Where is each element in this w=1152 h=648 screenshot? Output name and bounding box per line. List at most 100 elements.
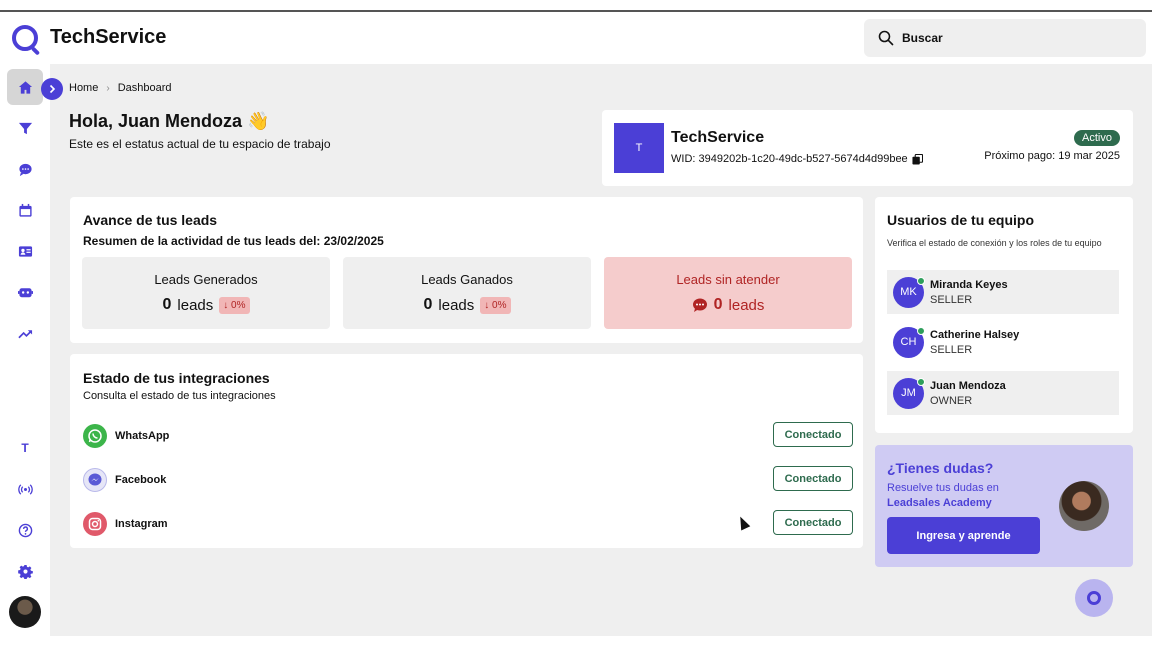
- sidebar-item-bots[interactable]: [7, 274, 43, 310]
- stat-unit: leads: [438, 296, 475, 314]
- search-input[interactable]: [902, 31, 1122, 45]
- instagram-icon: [83, 512, 107, 536]
- member-avatar: MK: [893, 276, 925, 308]
- help-icon: [18, 523, 32, 537]
- member-avatar: JM: [893, 377, 925, 409]
- sidebar-item-help[interactable]: [7, 512, 43, 548]
- integration-name: WhatsApp: [115, 430, 170, 442]
- whatsapp-connected-button[interactable]: Conectado: [773, 422, 853, 447]
- stat-unit: leads: [728, 296, 765, 314]
- member-role: OWNER: [930, 394, 973, 407]
- academy-cta-button[interactable]: Ingresa y aprende: [887, 517, 1040, 554]
- trending-up-icon: [17, 329, 32, 338]
- leads-summary: Resumen de la actividad de tus leads del…: [83, 234, 384, 248]
- member-info: Catherine Halsey SELLER: [930, 329, 1019, 356]
- next-payment: Próximo pago: 19 mar 2025: [984, 150, 1120, 162]
- home-icon: [18, 80, 32, 94]
- sidebar-expand-button[interactable]: [41, 78, 63, 100]
- instagram-connected-button[interactable]: Conectado: [773, 510, 853, 535]
- stat-value: 0 leads ↓ 0%: [82, 296, 330, 314]
- sidebar-item-calendar[interactable]: [7, 192, 43, 228]
- sidebar-item-funnel[interactable]: [7, 110, 43, 146]
- workspace-avatar: T: [614, 123, 664, 173]
- contact-card-icon: [18, 245, 32, 257]
- workspace-card: T TechService WID: 3949202b-1c20-49dc-b5…: [602, 110, 1133, 186]
- user-avatar[interactable]: [9, 596, 41, 628]
- stat-leads-won[interactable]: Leads Ganados 0 leads ↓ 0%: [343, 257, 591, 329]
- stat-label: Leads sin atender: [676, 272, 780, 287]
- search-icon: [878, 30, 894, 46]
- online-status-icon: [917, 377, 925, 386]
- sidebar-item-home[interactable]: [7, 69, 43, 105]
- calendar-icon: [18, 203, 32, 217]
- stat-value: 0 leads ↓ 0%: [343, 296, 591, 314]
- sidebar-item-chats[interactable]: [7, 151, 43, 187]
- member-name: Juan Mendoza: [930, 379, 1006, 392]
- stat-label: Leads Generados: [154, 272, 258, 287]
- breadcrumb-separator-icon: ›: [106, 82, 110, 94]
- brand-name: TechService: [50, 26, 167, 48]
- integration-row-whatsapp: WhatsApp Conectado: [83, 422, 853, 450]
- member-role: SELLER: [930, 293, 973, 306]
- member-initials: CH: [900, 336, 917, 348]
- member-initials: MK: [900, 286, 917, 298]
- sidebar-item-workspace[interactable]: T: [7, 430, 43, 466]
- chat-icon: [18, 163, 32, 176]
- team-member-row[interactable]: JM Juan Mendoza OWNER: [887, 371, 1119, 415]
- member-role: SELLER: [930, 343, 973, 356]
- breadcrumb-home[interactable]: Home: [69, 82, 98, 94]
- facebook-connected-button[interactable]: Conectado: [773, 466, 853, 491]
- workspace-name: TechService: [671, 129, 765, 146]
- whatsapp-icon: [83, 424, 107, 448]
- page-subtitle: Este es el estatus actual de tu espacio …: [69, 137, 331, 151]
- member-name: Miranda Keyes: [930, 278, 1008, 291]
- stat-delta-badge: ↓ 0%: [219, 296, 250, 314]
- sidebar-item-settings[interactable]: [7, 553, 43, 589]
- filter-icon: [18, 122, 32, 134]
- promo-title: ¿Tienes dudas?: [887, 460, 994, 476]
- stat-number: 0: [713, 296, 723, 313]
- team-title: Usuarios de tu equipo: [887, 212, 1035, 228]
- leads-card: Avance de tus leads Resumen de la activi…: [70, 197, 863, 343]
- page-title: Hola, Juan Mendoza 👋: [69, 111, 270, 131]
- academy-promo-card: ¿Tienes dudas? Resuelve tus dudas en Lea…: [875, 445, 1133, 567]
- search-box[interactable]: [864, 19, 1146, 57]
- app-logo-icon[interactable]: [12, 25, 38, 51]
- copy-icon[interactable]: [912, 153, 923, 165]
- integration-name: Instagram: [115, 518, 168, 530]
- promo-person-photo: [1059, 481, 1109, 531]
- promo-line2: Leadsales Academy: [887, 497, 992, 509]
- member-name: Catherine Halsey: [930, 328, 1020, 341]
- top-bar: TechService: [0, 12, 1152, 64]
- member-initials: JM: [901, 387, 916, 399]
- messenger-icon: [83, 468, 107, 492]
- team-member-row[interactable]: MK Miranda Keyes SELLER: [887, 270, 1119, 314]
- gear-icon: [17, 564, 33, 579]
- chat-bubble-icon: [692, 298, 707, 312]
- team-member-row[interactable]: CH Catherine Halsey SELLER: [887, 320, 1119, 364]
- stat-number: 0: [162, 296, 172, 313]
- stat-number: 0: [423, 296, 433, 313]
- chat-logo-icon: [1087, 591, 1101, 605]
- integration-row-facebook: Facebook Conectado: [83, 466, 853, 494]
- workspace-id-text: WID: 3949202b-1c20-49dc-b527-5674d4d99be…: [671, 153, 908, 165]
- sidebar-item-contacts[interactable]: [7, 233, 43, 269]
- member-info: Miranda Keyes SELLER: [930, 279, 1008, 306]
- breadcrumb-current: Dashboard: [117, 82, 172, 94]
- breadcrumb: Home › Dashboard: [69, 82, 172, 94]
- broadcast-icon: [17, 483, 33, 495]
- integrations-subtitle: Consulta el estado de tus integraciones: [83, 390, 276, 402]
- stat-leads-generated[interactable]: Leads Generados 0 leads ↓ 0%: [82, 257, 330, 329]
- online-status-icon: [917, 326, 925, 335]
- main-content: Home › Dashboard Hola, Juan Mendoza 👋 Es…: [50, 64, 1152, 636]
- stat-value: 0 leads: [604, 296, 852, 314]
- help-chat-button[interactable]: [1075, 579, 1113, 617]
- online-status-icon: [917, 276, 925, 285]
- sidebar-item-reports[interactable]: [7, 315, 43, 351]
- status-badge: Activo: [1074, 130, 1120, 146]
- member-avatar: CH: [893, 326, 925, 358]
- stat-leads-unattended[interactable]: Leads sin atender 0 leads: [604, 257, 852, 329]
- sidebar-item-broadcast[interactable]: [7, 471, 43, 507]
- workspace-id: WID: 3949202b-1c20-49dc-b527-5674d4d99be…: [671, 153, 923, 165]
- stat-unit: leads: [177, 296, 214, 314]
